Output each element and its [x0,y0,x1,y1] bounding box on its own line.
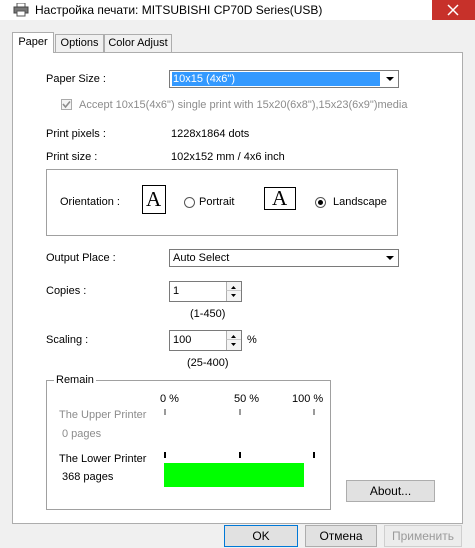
upper-tick-100 [313,409,315,415]
scale-50-label: 50 % [234,393,260,405]
output-place-label: Output Place : [46,252,116,264]
paper-size-select[interactable]: 10x15 (4x6") [169,70,399,88]
remain-title: Remain [54,374,96,386]
scale-0-label: 0 % [160,393,179,405]
copies-range: (1-450) [190,308,226,320]
chevron-down-icon [231,343,236,346]
close-icon [447,4,459,16]
tab-color-adjust[interactable]: Color Adjust [104,34,172,52]
portrait-label: Portrait [199,196,235,208]
accept-label: Accept 10x15(4x6") single print with 15x… [79,99,408,111]
upper-tick-50 [239,409,241,415]
title-bar: Настройка печати: MITSUBISHI CP70D Serie… [0,0,475,20]
tab-options[interactable]: Options [55,34,104,52]
portrait-radio[interactable] [184,197,195,208]
lower-tick-50 [239,452,241,458]
copies-value: 1 [173,285,180,297]
upper-printer-pages: 0 pages [62,428,102,440]
chevron-up-icon [231,335,236,338]
upper-tick-0 [164,409,166,415]
scaling-value: 100 [173,334,192,346]
checkmark-icon [62,100,71,109]
cancel-button[interactable]: Отмена [305,525,377,547]
copies-stepper[interactable]: 1 [169,281,242,302]
scaling-stepper[interactable]: 100 [169,330,242,351]
print-size-value: 102x152 mm / 4x6 inch [171,151,285,163]
output-place-value: Auto Select [173,252,230,264]
lower-level-track [164,463,315,487]
paper-size-label: Paper Size : [46,73,106,85]
print-settings-dialog: Paper Options Color Adjust Paper Size : … [0,20,475,548]
copies-up-button[interactable] [226,282,241,291]
output-place-select[interactable]: Auto Select [169,249,399,267]
scaling-up-button[interactable] [226,331,241,340]
lower-level-bar [164,463,305,487]
paper-tab-panel: Paper Size : 10x15 (4x6") Accept 10x15(4… [12,52,463,524]
lower-printer-pages: 368 pages [62,471,114,483]
landscape-radio[interactable] [315,197,326,208]
chevron-down-icon [231,294,236,297]
window-title: Настройка печати: MITSUBISHI CP70D Serie… [35,3,323,17]
landscape-glyph: A [272,186,288,210]
lower-tick-0 [164,452,166,458]
copies-down-button[interactable] [226,291,241,301]
chevron-down-icon [383,72,397,86]
orientation-label: Orientation : [60,196,120,208]
close-button[interactable] [432,0,475,20]
remain-group: Remain 0 % 50 % 100 % The Upper Printer … [46,374,331,510]
print-pixels-label: Print pixels : [46,128,106,140]
scaling-down-button[interactable] [226,340,241,350]
tab-paper[interactable]: Paper [12,32,54,53]
upper-printer-label: The Upper Printer [59,409,147,421]
print-pixels-value: 1228x1864 dots [171,128,250,140]
portrait-page-icon: A [142,185,166,214]
scaling-unit: % [247,334,257,346]
chevron-down-icon [383,251,397,265]
portrait-glyph: A [146,187,162,211]
apply-button[interactable]: Применить [384,525,462,547]
ok-button[interactable]: OK [224,525,298,547]
lower-printer-label: The Lower Printer [59,453,147,465]
accept-checkbox[interactable] [61,99,72,110]
landscape-label: Landscape [333,196,387,208]
copies-label: Copies : [46,285,87,297]
radio-selected-dot [318,200,323,205]
lower-tick-100 [313,452,315,458]
scaling-label: Scaling : [46,334,89,346]
orientation-group: Orientation : A Portrait A Landscape [46,169,398,236]
printer-icon [13,2,29,17]
about-button[interactable]: About... [346,480,435,502]
landscape-page-icon: A [264,186,296,210]
print-size-label: Print size : [46,151,98,163]
scale-100-label: 100 % [292,393,324,405]
paper-size-value: 10x15 (4x6") [172,72,380,86]
scaling-range: (25-400) [187,357,229,369]
chevron-up-icon [231,286,236,289]
